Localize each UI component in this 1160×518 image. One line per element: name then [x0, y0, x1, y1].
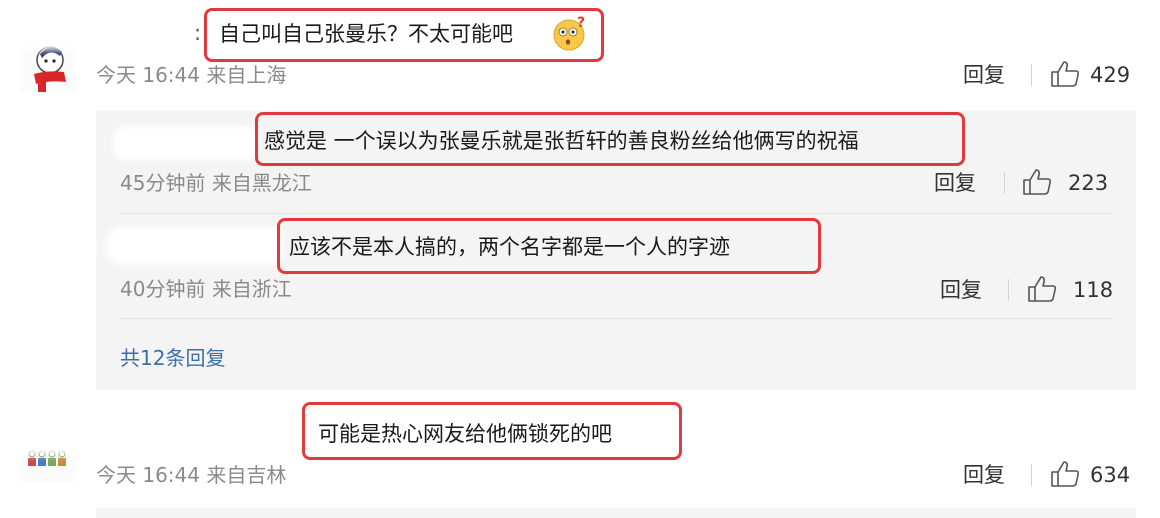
thinking-face-emoji-icon: ? — [550, 14, 588, 52]
comment-time: 今天 16:44 — [96, 463, 200, 487]
view-all-replies-link[interactable]: 共12条回复 — [120, 345, 225, 371]
reply-meta: 45分钟前 来自黑龙江 — [120, 170, 312, 196]
reply-separator — [120, 318, 1112, 319]
username-redacted[interactable] — [18, 18, 194, 44]
reply-button[interactable]: 回复 — [963, 461, 1005, 489]
avatar-image — [20, 36, 76, 92]
thumbs-up-icon — [1023, 169, 1052, 195]
reply-username-redacted[interactable] — [113, 233, 277, 259]
like-button[interactable] — [1050, 60, 1080, 88]
reply-text: 感觉是 一个误以为张曼乐就是张哲轩的善良粉丝给他俩写的祝福 — [264, 129, 859, 153]
divider — [1031, 464, 1032, 486]
like-button[interactable] — [1050, 460, 1080, 488]
comment-text: 可能是热心网友给他俩锁死的吧 — [318, 422, 612, 446]
comment-location: 来自上海 — [206, 63, 287, 87]
divider — [1008, 279, 1009, 301]
svg-text:?: ? — [577, 15, 585, 31]
reply-button[interactable]: 回复 — [940, 276, 982, 304]
username-redacted[interactable] — [10, 422, 300, 448]
reply-meta: 40分钟前 来自浙江 — [120, 276, 292, 302]
comment-time: 今天 16:44 — [96, 63, 200, 87]
reply-username-redacted[interactable] — [118, 130, 254, 156]
divider — [1031, 64, 1032, 86]
like-count: 223 — [1068, 171, 1109, 195]
thumbs-up-icon — [1028, 276, 1057, 302]
name-colon: : — [194, 21, 202, 45]
thumbs-up-icon — [1051, 61, 1080, 87]
replies-panel — [96, 508, 1136, 518]
reply-location: 来自浙江 — [211, 277, 292, 301]
reply-time: 40分钟前 — [120, 277, 206, 301]
reply-button[interactable]: 回复 — [963, 61, 1005, 89]
reply-separator — [120, 213, 1112, 214]
like-count: 634 — [1090, 463, 1131, 487]
reply-text: 应该不是本人搞的，两个名字都是一个人的字迹 — [289, 235, 730, 259]
like-button[interactable] — [1027, 275, 1057, 303]
divider — [1004, 172, 1005, 194]
comment-meta: 今天 16:44 来自吉林 — [96, 462, 286, 488]
reply-button[interactable]: 回复 — [934, 169, 976, 197]
comment-meta: 今天 16:44 来自上海 — [96, 62, 286, 88]
comment-text: 自己叫自己张曼乐？不太可能吧 — [219, 22, 513, 46]
reply-location: 来自黑龙江 — [211, 171, 312, 195]
comment-location: 来自吉林 — [206, 463, 287, 487]
reply-time: 45分钟前 — [120, 171, 206, 195]
thumbs-up-icon — [1051, 461, 1080, 487]
like-count: 429 — [1090, 63, 1131, 87]
like-button[interactable] — [1022, 168, 1052, 196]
like-count: 118 — [1073, 278, 1114, 302]
avatar[interactable] — [20, 36, 76, 92]
